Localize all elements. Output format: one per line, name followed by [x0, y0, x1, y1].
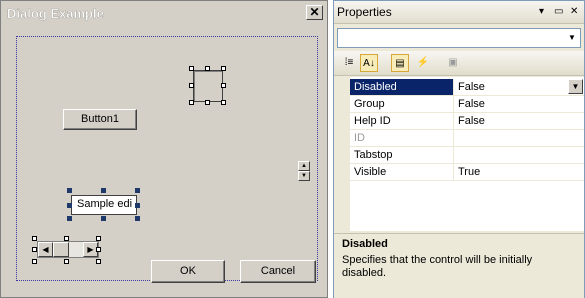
alphabetical-icon[interactable]: A↓: [360, 54, 378, 72]
categorized-icon[interactable]: ⁞≡: [340, 54, 358, 72]
property-value[interactable]: [454, 130, 584, 146]
properties-icon[interactable]: ▤: [391, 54, 409, 72]
dialog-client-area[interactable]: Button1 ▲ ▼ Sample edi ◀ ▶ OK Cancel: [3, 25, 325, 295]
events-icon[interactable]: ⚡: [414, 54, 432, 72]
button1[interactable]: Button1: [63, 109, 137, 130]
property-pages-icon: ▣: [448, 57, 458, 68]
description-text: Specifies that the control will be initi…: [342, 254, 533, 279]
resize-handle[interactable]: [101, 188, 106, 193]
property-value[interactable]: False: [454, 96, 584, 112]
close-icon[interactable]: ✕: [570, 6, 578, 17]
horizontal-scrollbar[interactable]: ◀ ▶: [37, 241, 99, 258]
resize-handle[interactable]: [205, 66, 210, 71]
close-icon[interactable]: ✕: [306, 5, 323, 20]
resize-handle[interactable]: [221, 66, 226, 71]
resize-handle[interactable]: [221, 83, 226, 88]
resize-handle[interactable]: [189, 66, 194, 71]
dialog-title: Dialog Example: [7, 6, 104, 21]
resize-handle[interactable]: [32, 247, 37, 252]
resize-handle[interactable]: [67, 203, 72, 208]
resize-handle[interactable]: [67, 188, 72, 193]
resize-handle[interactable]: [135, 216, 140, 221]
property-name: Tabstop: [350, 147, 454, 163]
property-row-tabstop[interactable]: Tabstop: [350, 147, 584, 164]
properties-title-bar: Properties ▾ ▭ ✕: [334, 1, 584, 24]
picture-control[interactable]: [193, 70, 223, 102]
sample-edit-field[interactable]: Sample edi: [71, 195, 137, 215]
property-value[interactable]: False: [454, 79, 584, 95]
spin-control[interactable]: ▲ ▼: [298, 161, 310, 182]
property-row-id[interactable]: ID: [350, 130, 584, 147]
resize-handle[interactable]: [64, 259, 69, 264]
property-value[interactable]: True: [454, 164, 584, 180]
property-row-group[interactable]: Group False: [350, 96, 584, 113]
property-grid: Disabled False ▼ Group False Help ID Fal…: [334, 77, 584, 231]
resize-handle[interactable]: [101, 216, 106, 221]
spin-up-icon[interactable]: ▲: [298, 161, 310, 171]
resize-handle[interactable]: [96, 259, 101, 264]
scroll-thumb[interactable]: [53, 242, 69, 257]
resize-handle[interactable]: [67, 216, 72, 221]
resize-handle[interactable]: [32, 259, 37, 264]
resize-handle[interactable]: [135, 188, 140, 193]
dialog-editor: Dialog Example ✕ Button1 ▲ ▼ Sample edi: [0, 0, 328, 298]
property-value[interactable]: False: [454, 113, 584, 129]
window-position-icon[interactable]: ▾: [539, 6, 544, 17]
resize-handle[interactable]: [64, 236, 69, 241]
resize-handle[interactable]: [189, 83, 194, 88]
property-value[interactable]: [454, 147, 584, 163]
property-name: Visible: [350, 164, 454, 180]
properties-toolbar: ⁞≡ A↓ ▤ ⚡ ▣: [334, 51, 584, 76]
resize-handle[interactable]: [32, 236, 37, 241]
description-title: Disabled: [342, 238, 388, 250]
properties-title: Properties: [337, 5, 392, 19]
property-name: Group: [350, 96, 454, 112]
property-name: ID: [350, 130, 454, 146]
chevron-down-icon[interactable]: ▼: [568, 79, 583, 94]
property-row-help-id[interactable]: Help ID False: [350, 113, 584, 130]
ok-button[interactable]: OK: [151, 260, 225, 283]
cancel-button[interactable]: Cancel: [240, 260, 316, 283]
property-name: Help ID: [350, 113, 454, 129]
resize-handle[interactable]: [221, 100, 226, 105]
resize-handle[interactable]: [205, 100, 210, 105]
description-panel: Disabled Specifies that the control will…: [334, 233, 584, 298]
scroll-left-icon[interactable]: ◀: [38, 242, 53, 257]
auto-hide-pin-icon[interactable]: ▭: [554, 6, 563, 17]
object-selector-combo[interactable]: ▼: [337, 28, 581, 48]
property-grid-gutter: [334, 77, 350, 231]
spin-down-icon[interactable]: ▼: [298, 171, 310, 181]
property-name: Disabled: [350, 79, 454, 95]
resize-handle[interactable]: [96, 236, 101, 241]
chevron-down-icon[interactable]: ▼: [565, 30, 579, 46]
resize-handle[interactable]: [189, 100, 194, 105]
properties-pane: Properties ▾ ▭ ✕ ▼ ⁞≡ A↓ ▤ ⚡ ▣ Disabled …: [333, 0, 585, 298]
dialog-title-bar: Dialog Example ✕: [3, 3, 325, 23]
property-row-disabled[interactable]: Disabled False ▼: [350, 79, 584, 96]
resize-handle[interactable]: [135, 203, 140, 208]
resize-handle[interactable]: [96, 247, 101, 252]
property-row-visible[interactable]: Visible True: [350, 164, 584, 181]
